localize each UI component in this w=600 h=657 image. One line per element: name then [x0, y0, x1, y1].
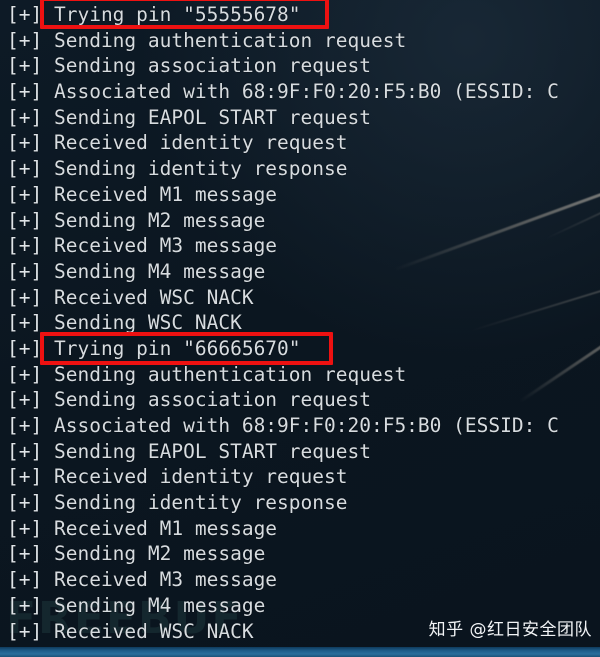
- line-status-prefix: [+]: [7, 568, 43, 592]
- desktop-taskbar[interactable]: [0, 647, 600, 657]
- terminal-line: [+] Sending M2 message: [0, 208, 600, 234]
- line-message: Sending association request: [53, 388, 371, 412]
- line-status-prefix: [+]: [7, 208, 43, 232]
- line-message: Sending WSC NACK: [53, 311, 242, 335]
- line-status-prefix: [+]: [7, 285, 43, 309]
- terminal-line: [+] Trying pin "66665670": [0, 336, 600, 362]
- line-status-prefix: [+]: [7, 54, 43, 78]
- line-status-prefix: [+]: [7, 516, 43, 540]
- terminal-line: [+] Sending identity response: [0, 156, 600, 182]
- terminal-line: [+] Received identity request: [0, 130, 600, 156]
- terminal-line: [+] Received WSC NACK: [0, 285, 600, 311]
- terminal-line: [+] Sending WSC NACK: [0, 310, 600, 336]
- line-message: Sending M2 message: [53, 208, 266, 232]
- line-message: Received identity request: [53, 131, 348, 155]
- terminal-line: [+] Sending EAPOL START request: [0, 105, 600, 131]
- terminal-line: [+] Received identity request: [0, 464, 600, 490]
- line-message: Received M3 message: [53, 234, 278, 258]
- terminal-line: [+] Received M1 message: [0, 182, 600, 208]
- line-message: Sending M4 message: [53, 259, 266, 283]
- line-message: Associated with 68:9F:F0:20:F5:B0 (ESSID…: [53, 80, 559, 104]
- line-message: Received identity request: [53, 465, 348, 489]
- line-status-prefix: [+]: [7, 491, 43, 515]
- line-status-prefix: [+]: [7, 619, 43, 643]
- line-message: Sending EAPOL START request: [53, 105, 371, 129]
- line-message: Sending identity response: [53, 157, 348, 181]
- terminal-screen: FREEBUF [+] Trying pin "55555678" [+] Sen…: [0, 0, 600, 657]
- line-message: Sending M2 message: [53, 542, 266, 566]
- terminal-line: [+] Sending association request: [0, 53, 600, 79]
- line-message: Received WSC NACK: [53, 619, 254, 643]
- line-status-prefix: [+]: [7, 593, 43, 617]
- line-status-prefix: [+]: [7, 414, 43, 437]
- line-status-prefix: [+]: [7, 131, 43, 155]
- line-message: Sending authentication request: [53, 28, 407, 52]
- terminal-line: [+] Associated with 68:9F:F0:20:F5:B0 (E…: [0, 79, 600, 105]
- terminal-line: [+] Sending M4 message: [0, 259, 600, 285]
- line-status-prefix: [+]: [7, 465, 43, 489]
- line-message: Received M1 message: [53, 182, 278, 206]
- line-message: Trying pin "66665670": [53, 336, 301, 360]
- terminal-line: [+] Received M3 message: [0, 567, 600, 593]
- line-message: Received M3 message: [53, 568, 278, 592]
- terminal-line: [+] Trying pin "55555678": [0, 2, 600, 28]
- line-status-prefix: [+]: [7, 439, 43, 463]
- line-status-prefix: [+]: [7, 234, 43, 258]
- line-status-prefix: [+]: [7, 336, 43, 360]
- line-status-prefix: [+]: [7, 311, 43, 335]
- terminal-line: [+] Sending M2 message: [0, 541, 600, 567]
- line-message: Received M1 message: [53, 516, 278, 540]
- line-status-prefix: [+]: [7, 362, 43, 386]
- line-message: Sending authentication request: [53, 362, 407, 386]
- line-message: Sending identity response: [53, 491, 348, 515]
- line-message: Associated with 68:9F:F0:20:F5:B0 (ESSID…: [53, 414, 559, 437]
- line-status-prefix: [+]: [7, 28, 43, 52]
- terminal-line: [+] Sending association request: [0, 387, 600, 413]
- line-status-prefix: [+]: [7, 105, 43, 129]
- terminal-log[interactable]: [+] Trying pin "55555678" [+] Sending aut…: [0, 0, 600, 644]
- terminal-line: [+] Received M3 message: [0, 233, 600, 259]
- terminal-line: [+] Sending authentication request: [0, 28, 600, 54]
- line-status-prefix: [+]: [7, 388, 43, 412]
- terminal-line: [+] Associated with 68:9F:F0:20:F5:B0 (E…: [0, 413, 600, 439]
- line-message: Sending M4 message: [53, 593, 266, 617]
- line-message: Sending association request: [53, 54, 371, 78]
- line-message: Sending EAPOL START request: [53, 439, 371, 463]
- line-status-prefix: [+]: [7, 157, 43, 181]
- line-status-prefix: [+]: [7, 259, 43, 283]
- line-message: Received WSC NACK: [53, 285, 254, 309]
- terminal-line: [+] Sending EAPOL START request: [0, 439, 600, 465]
- terminal-line: [+] Sending authentication request: [0, 362, 600, 388]
- line-status-prefix: [+]: [7, 80, 43, 104]
- terminal-line: [+] Sending identity response: [0, 490, 600, 516]
- line-status-prefix: [+]: [7, 542, 43, 566]
- line-message: Trying pin "55555678": [53, 3, 301, 26]
- author-watermark: 知乎 @红日安全团队: [428, 620, 592, 640]
- terminal-line: [+] Received M1 message: [0, 516, 600, 542]
- line-status-prefix: [+]: [7, 3, 43, 26]
- line-status-prefix: [+]: [7, 182, 43, 206]
